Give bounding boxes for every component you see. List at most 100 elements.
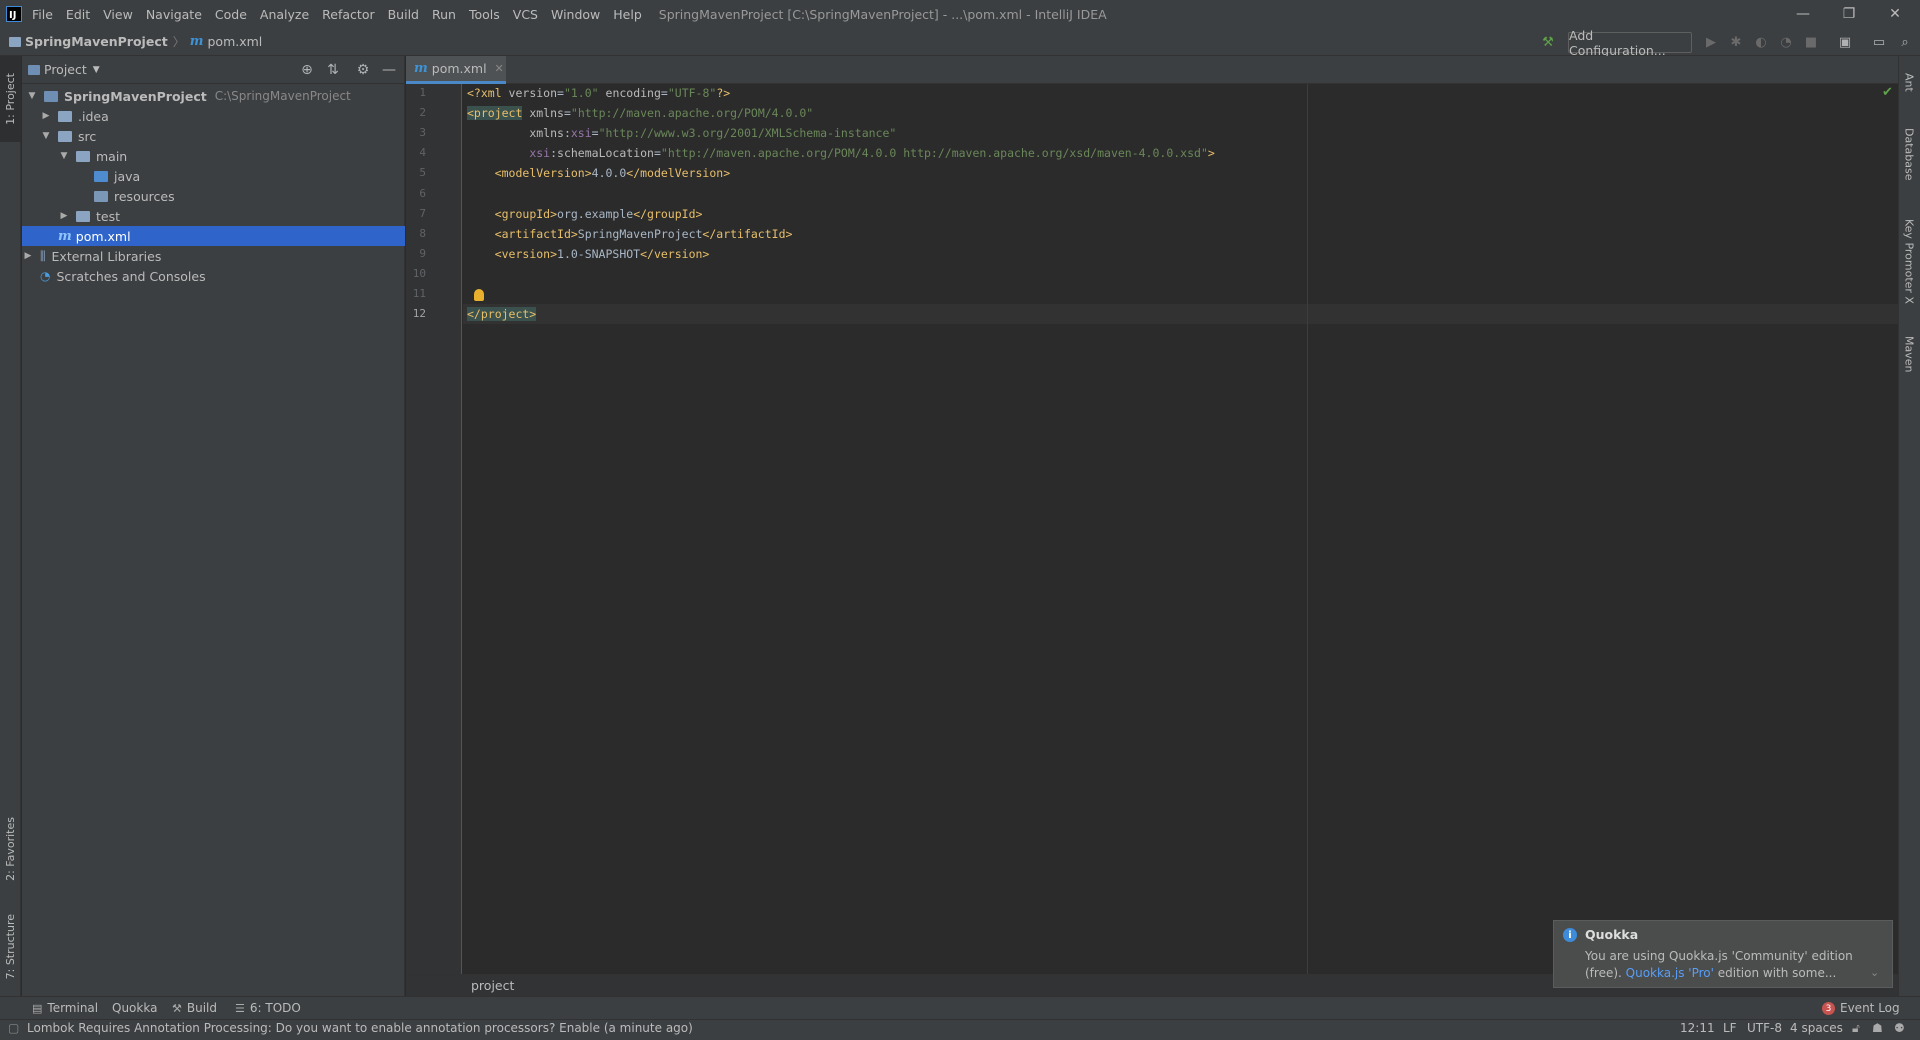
tool-tab-ant[interactable]: Ant	[1898, 62, 1920, 102]
line-number: 6	[419, 186, 426, 200]
profile-icon[interactable]: ◔	[1777, 33, 1795, 51]
hammer-icon: ⚒	[172, 1001, 182, 1015]
build-hammer-icon[interactable]: ⚒	[1539, 33, 1557, 51]
menu-navigate[interactable]: Navigate	[146, 7, 202, 22]
menu-tools[interactable]: Tools	[469, 7, 500, 22]
expand-arrow-icon[interactable]: ▼	[26, 91, 38, 101]
menu-view[interactable]: View	[103, 7, 133, 22]
project-panel-header: Project ▼ ⊕ ⇅ ⚙ —	[22, 56, 405, 84]
code-line[interactable]: <artifactId>SpringMavenProject</artifact…	[467, 224, 793, 244]
menu-file[interactable]: File	[32, 7, 53, 22]
menu-window[interactable]: Window	[551, 7, 600, 22]
tree-item-external-libraries[interactable]: ▶ ⫼ External Libraries	[22, 246, 405, 266]
inspector-icon[interactable]: ☗	[1872, 1021, 1883, 1035]
search-icon[interactable]: ⌕	[1896, 33, 1914, 51]
code-token: version	[508, 86, 558, 100]
line-separator[interactable]: LF	[1723, 1021, 1737, 1035]
expand-notification-icon[interactable]: ⌄	[1870, 966, 1879, 979]
menu-build[interactable]: Build	[388, 7, 419, 22]
menu-edit[interactable]: Edit	[66, 7, 90, 22]
code-token: org.example	[557, 206, 634, 221]
menu-analyze[interactable]: Analyze	[260, 7, 309, 22]
breadcrumb-project-label: SpringMavenProject	[25, 34, 168, 49]
expand-arrow-icon[interactable]: ▶	[40, 111, 52, 121]
debug-icon[interactable]: ✱	[1727, 33, 1745, 51]
terminal-icon: ▤	[32, 1001, 43, 1015]
code-line[interactable]: <modelVersion>4.0.0</modelVersion>	[467, 163, 730, 183]
expand-arrow-icon[interactable]: ▼	[40, 131, 52, 141]
code-line[interactable]: <project xmlns="http://maven.apache.org/…	[467, 103, 813, 123]
tool-tab-project[interactable]: 1: Project	[0, 56, 21, 142]
lock-icon[interactable]: 🔓︎	[1852, 1021, 1860, 1036]
code-line[interactable]: xsi:schemaLocation="http://maven.apache.…	[467, 143, 1215, 163]
tree-item-main[interactable]: ▼ main	[22, 146, 405, 166]
folder-icon	[58, 130, 72, 142]
intention-bulb-icon[interactable]	[474, 289, 484, 301]
menu-help[interactable]: Help	[613, 7, 642, 22]
breadcrumb-file[interactable]: m pom.xml	[190, 34, 263, 49]
code-line[interactable]: xmlns:xsi="http://www.w3.org/2001/XMLSch…	[467, 123, 896, 143]
tree-item-src[interactable]: ▼ src	[22, 126, 405, 146]
minimize-button[interactable]: —	[1780, 0, 1826, 28]
project-structure-icon[interactable]: ▣	[1836, 33, 1854, 51]
tool-tab-todo[interactable]: ☰ 6: TODO	[235, 999, 301, 1017]
project-view-selector[interactable]: Project ▼	[28, 62, 100, 77]
code-line[interactable]: <version>1.0-SNAPSHOT</version>	[467, 244, 710, 264]
gear-icon[interactable]: ⚙	[354, 61, 372, 79]
tree-item-scratches[interactable]: ◔ Scratches and Consoles	[22, 266, 405, 286]
notification-link[interactable]: Quokka.js 'Pro'	[1626, 966, 1714, 980]
editor-tab-pom-xml[interactable]: m pom.xml ✕	[406, 56, 506, 84]
tool-tab-favorites[interactable]: 2: Favorites	[0, 808, 21, 890]
code-token: <artifactId>	[494, 226, 578, 241]
tool-tab-key-promoter-label: Key Promoter X	[1902, 218, 1916, 304]
tool-tab-terminal[interactable]: ▤ Terminal	[32, 999, 98, 1017]
tool-tab-build[interactable]: ⚒ Build	[172, 999, 217, 1017]
tool-tab-structure[interactable]: 7: Structure	[0, 906, 21, 988]
tree-item-pom-xml[interactable]: m pom.xml	[22, 226, 405, 246]
tool-tab-key-promoter[interactable]: Key Promoter X	[1898, 206, 1920, 316]
status-toggle-icon[interactable]: ▢	[8, 1021, 19, 1035]
tree-item-project-root[interactable]: ▼ SpringMavenProject C:\SpringMavenProje…	[22, 86, 405, 106]
caret-position[interactable]: 12:11	[1680, 1021, 1715, 1035]
add-configuration-button[interactable]: Add Configuration...	[1568, 28, 1692, 58]
tool-tab-database[interactable]: Database	[1898, 118, 1920, 190]
line-number: 4	[419, 146, 426, 160]
coverage-icon[interactable]: ◐	[1752, 33, 1770, 51]
locate-file-icon[interactable]: ⊕	[298, 61, 316, 79]
restore-button[interactable]: ❐	[1826, 0, 1872, 28]
layout-icon[interactable]: ▭	[1870, 33, 1888, 51]
code-token: =	[557, 86, 564, 100]
hide-panel-icon[interactable]: —	[380, 61, 398, 79]
menu-run[interactable]: Run	[432, 7, 456, 22]
close-window-button[interactable]: ✕	[1872, 0, 1918, 28]
tree-item-idea[interactable]: ▶ .idea	[22, 106, 405, 126]
file-encoding[interactable]: UTF-8	[1747, 1021, 1782, 1035]
code-line[interactable]: <groupId>org.example</groupId>	[467, 204, 703, 224]
tool-tab-maven[interactable]: Maven	[1898, 328, 1920, 380]
code-line[interactable]: </project>	[467, 304, 537, 324]
expand-arrow-icon[interactable]: ▶	[58, 211, 70, 221]
notification-title: Quokka	[1585, 927, 1639, 942]
status-message[interactable]: Lombok Requires Annotation Processing: D…	[27, 1021, 693, 1035]
expand-arrow-icon[interactable]: ▶	[22, 251, 34, 261]
code-line[interactable]: <?xml version="1.0" encoding="UTF-8"?>	[467, 83, 730, 103]
inspection-ok-icon[interactable]: ✔	[1882, 85, 1893, 100]
editor-breadcrumb-item[interactable]: project	[471, 978, 514, 993]
breadcrumb-project[interactable]: SpringMavenProject	[9, 34, 168, 49]
menu-code[interactable]: Code	[215, 7, 247, 22]
close-tab-icon[interactable]: ✕	[495, 62, 504, 75]
tree-item-java[interactable]: java	[22, 166, 405, 186]
run-icon[interactable]: ▶	[1702, 33, 1720, 51]
stop-icon[interactable]: ■	[1802, 33, 1820, 51]
memory-icon[interactable]: ⚉	[1894, 1021, 1905, 1035]
collapse-all-icon[interactable]: ⇅	[324, 61, 342, 79]
tool-tab-quokka[interactable]: Quokka	[112, 999, 157, 1017]
menu-vcs[interactable]: VCS	[513, 7, 538, 22]
indent-setting[interactable]: 4 spaces	[1790, 1021, 1843, 1035]
expand-arrow-icon[interactable]: ▼	[58, 151, 70, 161]
tree-item-test[interactable]: ▶ test	[22, 206, 405, 226]
tree-item-resources[interactable]: resources	[22, 186, 405, 206]
tool-tab-event-log[interactable]: Event Log	[1840, 999, 1900, 1017]
menu-refactor[interactable]: Refactor	[322, 7, 374, 22]
